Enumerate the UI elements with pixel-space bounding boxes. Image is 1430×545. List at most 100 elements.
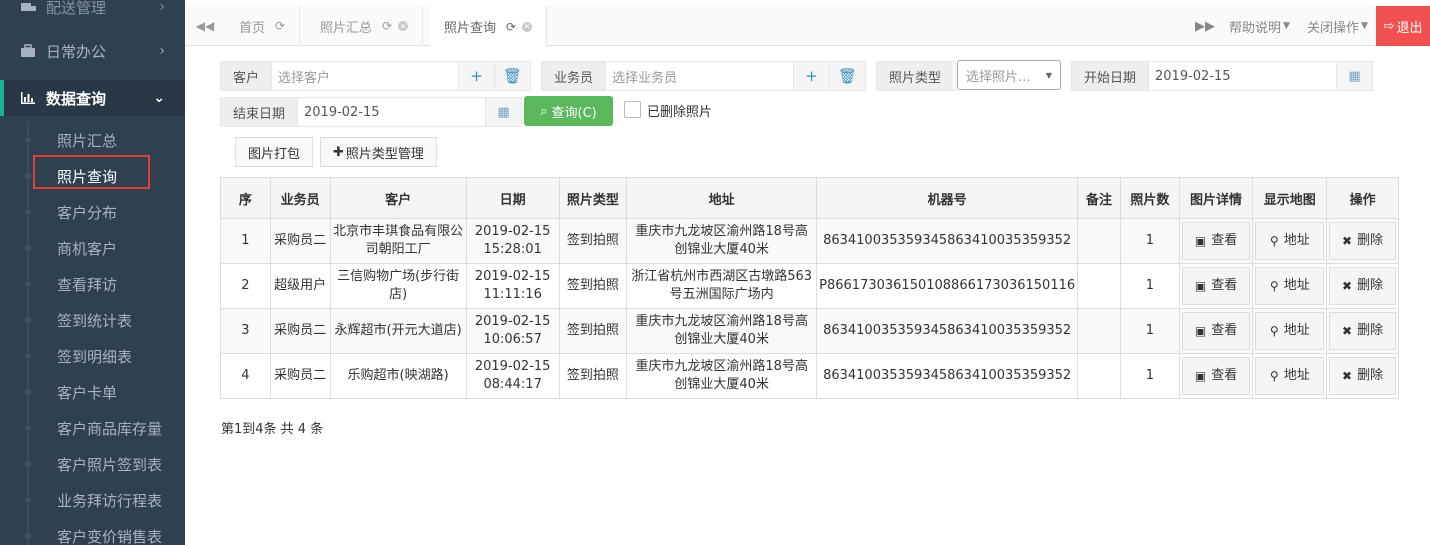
- cell-date: 2019-02-15 08:44:17: [465, 353, 560, 399]
- cell-address: 浙江省杭州市西湖区古墩路563号五洲国际广场内: [626, 263, 818, 309]
- cell-action: ✖ 删除: [1326, 308, 1399, 354]
- sidebar-item-label: 客户分布: [57, 203, 118, 222]
- bullet-icon: [25, 173, 31, 179]
- trash-icon: 🗑: [502, 67, 523, 85]
- refresh-icon[interactable]: ⟳: [506, 20, 516, 34]
- column-header[interactable]: 客户: [329, 177, 467, 219]
- tab-bar: ◀◀ 首页 ⟳ 照片汇总 ⟳ ✕ 照片查询 ⟳ ✕ ▶▶ 帮助说明 ▼ 关闭操作 ▼: [185, 6, 1430, 47]
- refresh-icon[interactable]: ⟳: [275, 19, 285, 33]
- delete-button[interactable]: ✖ 删除: [1329, 357, 1396, 395]
- bullet-icon: [25, 353, 31, 359]
- sidebar-menu-label: 日常办公: [46, 42, 107, 61]
- sidebar-item-view-visits[interactable]: 查看拜访: [0, 267, 185, 301]
- sidebar-item-customer-photo-checkin[interactable]: 客户照片签到表: [0, 447, 185, 481]
- map-button[interactable]: ⚲ 地址: [1255, 312, 1325, 350]
- logout-button[interactable]: ⇨ 退出: [1376, 6, 1430, 46]
- chevron-down-icon: ⌄: [153, 90, 165, 106]
- customer-input[interactable]: 选择客户: [272, 62, 458, 90]
- deleted-photos-checkbox[interactable]: [624, 101, 641, 118]
- cell-no: 3: [220, 308, 271, 354]
- view-button[interactable]: ▣ 查看: [1181, 357, 1251, 395]
- delete-button[interactable]: ✖ 删除: [1329, 222, 1396, 260]
- map-button-label: 地址: [1283, 323, 1310, 338]
- sidebar-menu-office[interactable]: 日常办公 ›: [0, 34, 185, 68]
- column-header[interactable]: 照片类型: [558, 177, 628, 219]
- sidebar-item-checkin-stats[interactable]: 签到统计表: [0, 303, 185, 337]
- map-button[interactable]: ⚲ 地址: [1255, 357, 1325, 395]
- sidebar-menu-data-query[interactable]: 数据查询 ⌄: [0, 80, 185, 116]
- app-root: 配送管理 › 日常办公 › 数据查询 ⌄ 照片汇总 照片查询 客户分布 商机客户…: [0, 0, 1430, 545]
- briefcase-icon: [20, 44, 38, 58]
- sidebar-item-photo-summary[interactable]: 照片汇总: [0, 123, 185, 157]
- start-date-calendar-button[interactable]: ▦: [1336, 62, 1372, 90]
- photo-type-manage-button[interactable]: ✚ 照片类型管理: [320, 137, 437, 167]
- delete-button[interactable]: ✖ 删除: [1329, 267, 1396, 305]
- column-header[interactable]: 操作: [1326, 177, 1399, 219]
- close-icon[interactable]: ✕: [522, 21, 533, 32]
- end-date-input[interactable]: 2019-02-15: [298, 98, 485, 126]
- tab-label: 照片查询: [444, 21, 497, 36]
- tab-photo-summary[interactable]: 照片汇总 ⟳ ✕: [306, 6, 424, 46]
- deleted-photos-label: 已删除照片: [647, 105, 713, 120]
- logout-label: 退出: [1396, 20, 1423, 36]
- tab-label: 照片汇总: [320, 20, 373, 36]
- tab-scroll-left-button[interactable]: ◀◀: [185, 6, 225, 46]
- query-button[interactable]: ⌕ 查询(C): [524, 96, 613, 126]
- bullet-icon: [25, 461, 31, 467]
- tab-scroll-right-button[interactable]: ▶▶: [1195, 6, 1215, 46]
- tab-photo-query[interactable]: 照片查询 ⟳ ✕: [430, 6, 548, 47]
- bullet-icon: [25, 497, 31, 503]
- table-row: 4 采购员二 乐购超市(映湖路) 2019-02-15 08:44:17 签到拍照 重庆市…: [220, 353, 1399, 399]
- pack-images-button[interactable]: 图片打包: [235, 137, 314, 167]
- close-icon[interactable]: ✕: [398, 21, 409, 31]
- sidebar-item-checkin-detail[interactable]: 签到明细表: [0, 339, 185, 373]
- salesman-input[interactable]: 选择业务员: [606, 62, 793, 90]
- view-button[interactable]: ▣ 查看: [1181, 267, 1251, 305]
- view-button[interactable]: ▣ 查看: [1181, 312, 1251, 350]
- column-header[interactable]: 机器号: [816, 177, 1079, 219]
- bullet-icon: [25, 425, 31, 431]
- cell-machine: 863410035359345863410035359352: [816, 218, 1079, 264]
- delete-button-label: 删除: [1357, 323, 1384, 338]
- sidebar-item-customer-distribution[interactable]: 客户分布: [0, 195, 185, 229]
- sidebar-item-label: 客户变价销售表: [57, 527, 163, 545]
- photo-type-select[interactable]: 选择照片... ▼: [957, 60, 1061, 90]
- plus-icon: ✚: [333, 144, 344, 160]
- end-date-calendar-button[interactable]: ▦: [485, 98, 521, 126]
- clear-salesman-button[interactable]: 🗑: [829, 62, 865, 90]
- sidebar-item-opportunity-customers[interactable]: 商机客户: [0, 231, 185, 265]
- photo-type-label: 照片类型: [877, 62, 954, 90]
- column-header[interactable]: 照片数: [1119, 177, 1180, 219]
- column-header[interactable]: 日期: [465, 177, 560, 219]
- view-button[interactable]: ▣ 查看: [1181, 222, 1251, 260]
- column-header[interactable]: 序: [220, 177, 271, 219]
- help-dropdown[interactable]: 帮助说明 ▼: [1229, 6, 1290, 46]
- add-salesman-button[interactable]: +: [793, 62, 829, 90]
- sidebar-item-price-change-sales[interactable]: 客户变价销售表: [0, 519, 185, 545]
- sidebar-item-label: 照片汇总: [57, 131, 118, 150]
- bullet-icon: [25, 281, 31, 287]
- close-ops-dropdown[interactable]: 关闭操作 ▼: [1307, 6, 1368, 46]
- cell-customer: 永辉超市(开元大道店): [329, 308, 467, 354]
- image-icon: ▣: [1194, 234, 1207, 248]
- sidebar-item-visit-schedule[interactable]: 业务拜访行程表: [0, 483, 185, 517]
- sidebar-item-customer-stock[interactable]: 客户商品库存量: [0, 411, 185, 445]
- refresh-icon[interactable]: ⟳: [382, 19, 392, 33]
- column-header[interactable]: 显示地图: [1252, 177, 1328, 219]
- column-header[interactable]: 地址: [626, 177, 818, 219]
- image-icon: ▣: [1194, 369, 1207, 383]
- cell-address: 重庆市九龙坡区渝州路18号高创锦业大厦40米: [626, 218, 818, 264]
- column-header[interactable]: 备注: [1077, 177, 1121, 219]
- sidebar-item-customer-card[interactable]: 客户卡单: [0, 375, 185, 409]
- map-button[interactable]: ⚲ 地址: [1255, 222, 1325, 260]
- delete-button[interactable]: ✖ 删除: [1329, 312, 1396, 350]
- clear-customer-button[interactable]: 🗑: [494, 62, 530, 90]
- map-button[interactable]: ⚲ 地址: [1255, 267, 1325, 305]
- add-customer-button[interactable]: +: [458, 62, 494, 90]
- cell-no: 4: [220, 353, 271, 399]
- start-date-input[interactable]: 2019-02-15: [1149, 62, 1336, 90]
- tab-home[interactable]: 首页 ⟳: [225, 6, 301, 46]
- column-header[interactable]: 业务员: [269, 177, 331, 219]
- sidebar-menu-delivery[interactable]: 配送管理 ›: [0, 0, 185, 24]
- column-header[interactable]: 图片详情: [1178, 177, 1254, 219]
